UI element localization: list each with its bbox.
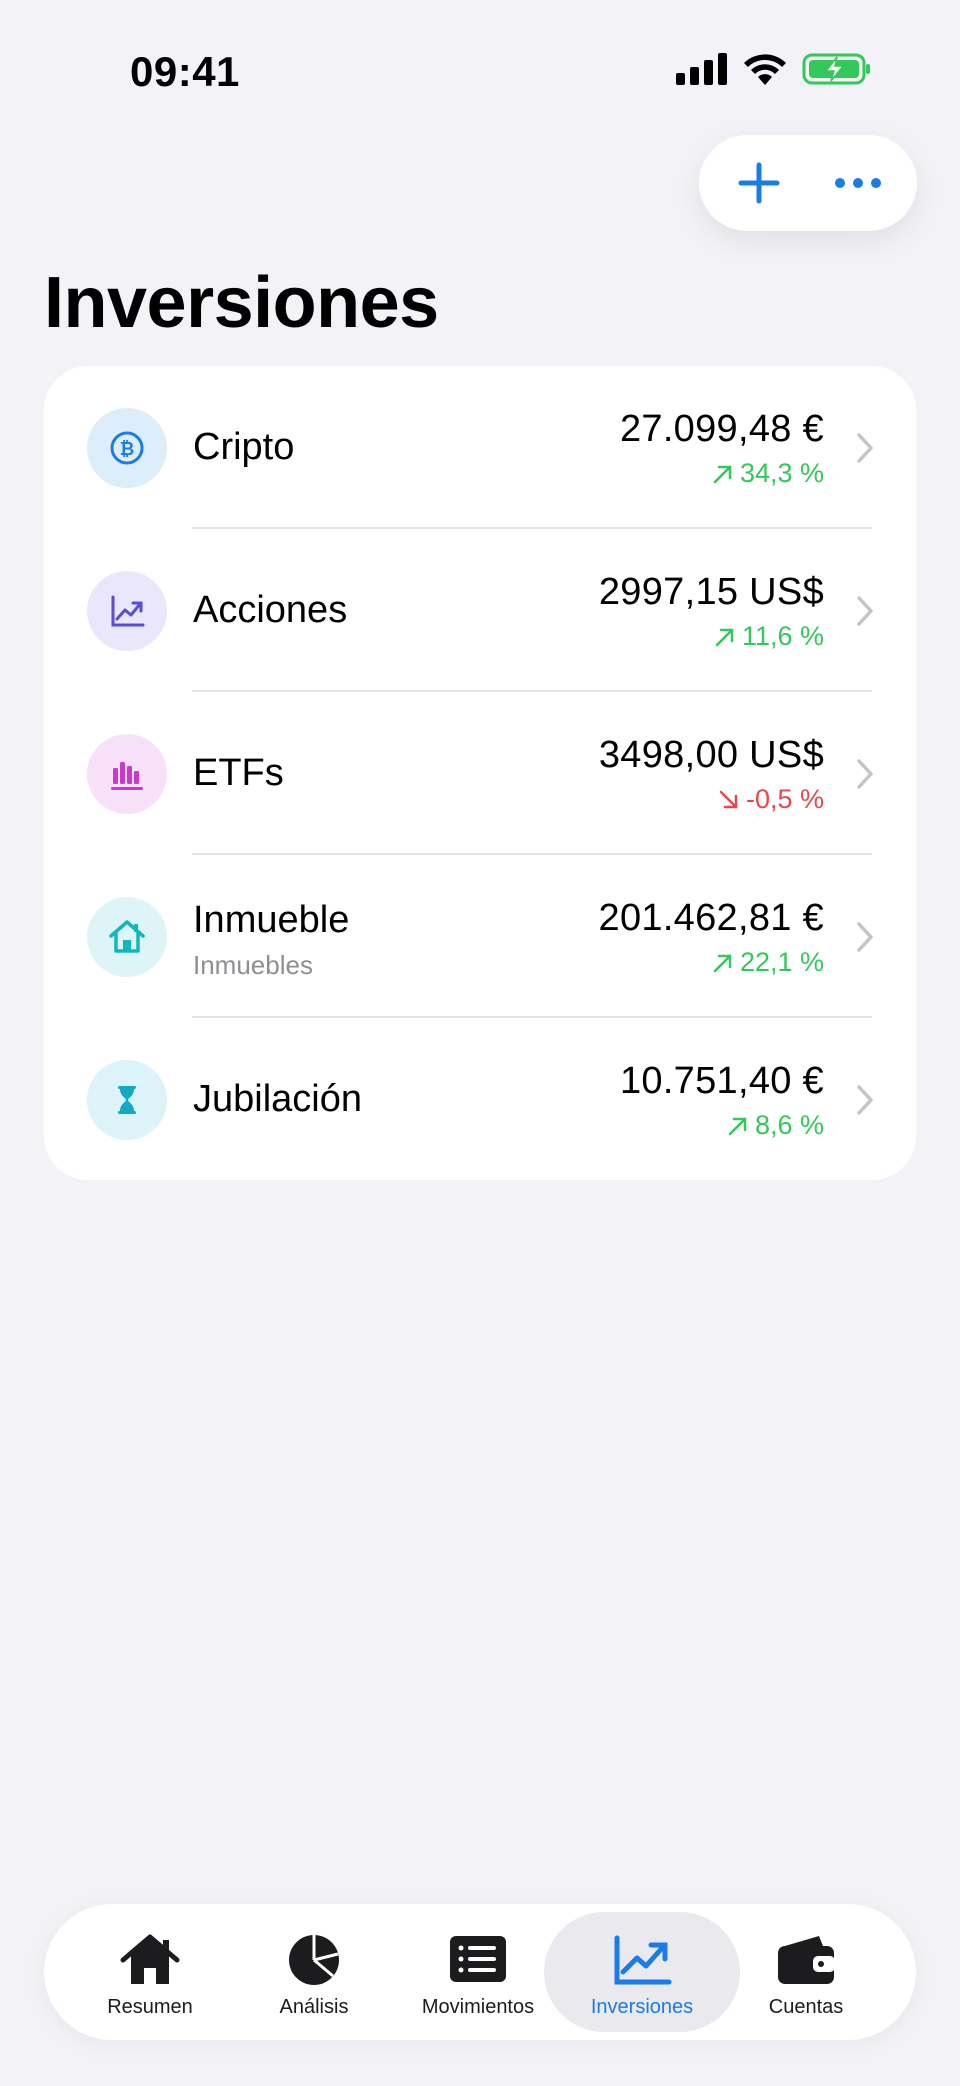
investments-list: ₿ Cripto 27.099,48 € 34,3 % Acciones 299… xyxy=(44,366,916,1180)
investment-value: 2997,15 US$ xyxy=(598,571,824,613)
header-actions xyxy=(699,135,917,231)
investment-change: 34,3 % xyxy=(712,458,824,489)
tab-cuentas[interactable]: Cuentas xyxy=(708,1912,904,2032)
wifi-icon xyxy=(744,54,786,85)
stock-chart-icon xyxy=(87,571,167,651)
arrow-up-right-icon xyxy=(713,954,732,972)
arrow-down-right-icon xyxy=(719,790,738,808)
investment-value: 3498,00 US$ xyxy=(598,734,824,776)
investment-name: Cripto xyxy=(193,426,295,468)
bar-chart-icon xyxy=(87,734,167,814)
arrow-up-right-icon xyxy=(715,628,734,646)
investment-value: 10.751,40 € xyxy=(619,1060,824,1102)
tab-label: Movimientos xyxy=(421,1996,535,2018)
investment-value: 201.462,81 € xyxy=(598,897,824,939)
investment-change: 11,6 % xyxy=(714,621,824,652)
arrow-up-right-icon xyxy=(713,465,732,483)
investment-change: -0,5 % xyxy=(718,784,824,815)
investment-change-value: -0,5 % xyxy=(745,784,824,814)
more-icon xyxy=(834,178,881,188)
investment-name: Jubilación xyxy=(193,1078,362,1120)
investment-change-value: 11,6 % xyxy=(741,621,824,651)
chevron-right-icon xyxy=(857,1085,873,1115)
tab-label: Análisis xyxy=(279,1996,349,2018)
tab-label: Resumen xyxy=(107,1996,193,2018)
chevron-right-icon xyxy=(857,596,873,626)
investment-row-cripto[interactable]: ₿ Cripto 27.099,48 € 34,3 % xyxy=(44,366,916,529)
svg-text:₿: ₿ xyxy=(120,439,135,460)
investment-value: 27.099,48 € xyxy=(619,408,824,450)
house-icon xyxy=(120,1934,180,1984)
investment-row-jubilacion[interactable]: Jubilación 10.751,40 € 8,6 % xyxy=(44,1018,916,1180)
investment-subtitle: Inmuebles xyxy=(193,950,313,980)
trend-chart-icon xyxy=(614,1935,672,1985)
investment-change-value: 22,1 % xyxy=(739,947,824,977)
investment-name: Inmueble xyxy=(193,899,350,941)
add-icon xyxy=(738,162,779,204)
hourglass-icon xyxy=(87,1060,167,1140)
screen: 09:41 Inversiones ₿ Cripto 27.099,48 € 3… xyxy=(0,0,960,2086)
tab-label: Cuentas xyxy=(768,1996,844,2018)
arrow-up-right-icon xyxy=(728,1117,747,1135)
bitcoin-icon: ₿ xyxy=(87,408,167,488)
investment-change-value: 34,3 % xyxy=(739,458,824,488)
investment-row-inmueble[interactable]: Inmueble Inmuebles 201.462,81 € 22,1 % xyxy=(44,855,916,1018)
signal-icon xyxy=(676,53,727,85)
wallet-icon xyxy=(778,1936,835,1984)
investment-name: ETFs xyxy=(193,752,284,794)
chevron-right-icon xyxy=(857,922,873,952)
house-icon xyxy=(87,897,167,977)
chevron-right-icon xyxy=(857,759,873,789)
status-icons xyxy=(676,52,872,86)
more-button[interactable] xyxy=(818,143,898,223)
chevron-right-icon xyxy=(857,433,873,463)
investment-change: 22,1 % xyxy=(712,947,824,978)
investment-row-acciones[interactable]: Acciones 2997,15 US$ 11,6 % xyxy=(44,529,916,692)
battery-charging-icon xyxy=(802,53,870,85)
investment-name: Acciones xyxy=(193,589,348,631)
add-button[interactable] xyxy=(719,143,799,223)
pie-chart-icon xyxy=(289,1935,339,1985)
status-time: 09:41 xyxy=(130,48,240,95)
page-title: Inversiones xyxy=(44,263,439,343)
tab-label: Inversiones xyxy=(590,1996,694,2018)
list-icon xyxy=(450,1936,506,1982)
tab-bar: Resumen Análisis Movimientos Inversiones… xyxy=(44,1904,916,2040)
investment-row-etfs[interactable]: ETFs 3498,00 US$ -0,5 % xyxy=(44,692,916,855)
investment-change: 8,6 % xyxy=(727,1110,824,1141)
investment-change-value: 8,6 % xyxy=(754,1110,824,1140)
